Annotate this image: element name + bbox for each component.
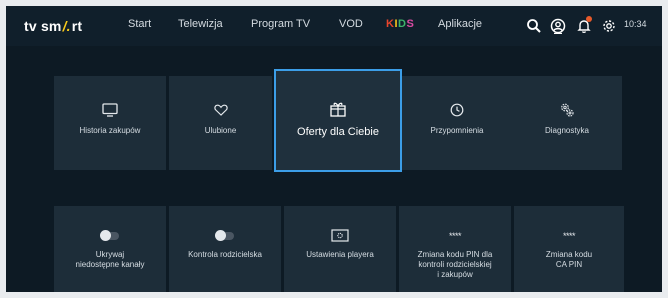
tile-ulubione[interactable]: Ulubione — [169, 76, 272, 170]
tile-label: Ustawienia playera — [300, 250, 380, 260]
nav-kids[interactable]: KIDS — [386, 18, 414, 30]
toggle-off-icon[interactable] — [100, 228, 119, 244]
gears-icon — [559, 102, 575, 118]
tile-label-line: Ukrywaj — [95, 250, 125, 259]
search-icon[interactable] — [526, 18, 542, 34]
tile-label-line: kontroli rodzicielskiej — [418, 260, 492, 269]
nav-vod[interactable]: VOD — [339, 18, 363, 30]
tile-label: Diagnostyka — [544, 126, 590, 135]
pin-dots-text: **** — [448, 230, 462, 241]
gear-icon[interactable] — [601, 18, 617, 34]
user-circle-icon[interactable] — [550, 18, 566, 35]
bell-icon[interactable] — [576, 16, 592, 34]
player-settings-icon — [331, 228, 349, 244]
tile-label: Oferty dla Ciebie — [297, 126, 379, 138]
pin-dots-icon: **** — [448, 228, 462, 244]
tile-label: Zmiana kodu CA PIN — [540, 250, 598, 270]
nav-start[interactable]: Start — [128, 18, 151, 30]
tile-przypomnienia[interactable]: Przypomnienia — [402, 76, 512, 170]
gift-icon — [329, 101, 347, 117]
tile-label-line: Zmiana kodu — [545, 250, 593, 259]
kids-letter: S — [406, 18, 415, 30]
tile-label-line: CA PIN — [555, 260, 583, 269]
tv-icon — [102, 102, 118, 118]
nav-aplikacje[interactable]: Aplikacje — [438, 18, 482, 30]
heart-icon — [213, 102, 228, 118]
tile-oferty-dla-ciebie[interactable]: Oferty dla Ciebie — [274, 69, 402, 172]
tile-label: Ulubione — [204, 126, 237, 135]
tile-label: Zmiana kodu PIN dla kontroli rodzicielsk… — [412, 250, 499, 280]
clock-icon — [450, 102, 464, 118]
tv-screen: tv sm/. rt Start Telewizja Program TV VOD… — [6, 6, 662, 292]
tile-ustawienia-playera[interactable]: Ustawienia playera — [284, 206, 396, 292]
tile-label: Historia zakupów — [79, 126, 141, 135]
tile-label: Ukrywaj niedostępne kanały — [70, 250, 151, 270]
tile-zmiana-ca-pin[interactable]: **** Zmiana kodu CA PIN — [514, 206, 624, 292]
tile-label-line: i zakupów — [437, 270, 473, 279]
nav-program-tv[interactable]: Program TV — [251, 18, 310, 30]
tile-label-line: niedostępne kanały — [75, 260, 145, 269]
kids-letter: K — [386, 18, 395, 30]
pin-dots-icon: **** — [562, 228, 576, 244]
tile-zmiana-pin-kontrola[interactable]: **** Zmiana kodu PIN dla kontroli rodzic… — [399, 206, 511, 292]
tile-ukrywaj-niedostepne-kanaly[interactable]: Ukrywaj niedostępne kanały — [54, 206, 166, 292]
kids-letter: D — [398, 18, 407, 30]
tile-label: Kontrola rodzicielska — [182, 250, 268, 260]
pin-dots-text: **** — [562, 230, 576, 241]
tile-label-line: Kontrola rodzicielska — [188, 250, 262, 259]
notification-badge — [586, 16, 592, 22]
tile-diagnostyka[interactable]: Diagnostyka — [512, 76, 622, 170]
top-navigation-bar: tv sm/. rt Start Telewizja Program TV VOD… — [6, 6, 662, 46]
tile-kontrola-rodzicielska[interactable]: Kontrola rodzicielska — [169, 206, 281, 292]
tile-label-line: Ustawienia playera — [306, 250, 374, 259]
tile-label-line: Zmiana kodu PIN dla — [417, 250, 493, 259]
nav-telewizja[interactable]: Telewizja — [178, 18, 223, 30]
clock: 10:34 — [624, 19, 647, 29]
toggle-off-icon[interactable] — [215, 228, 234, 244]
tile-historia-zakupow[interactable]: Historia zakupów — [54, 76, 166, 170]
tile-label: Przypomnienia — [430, 126, 484, 135]
